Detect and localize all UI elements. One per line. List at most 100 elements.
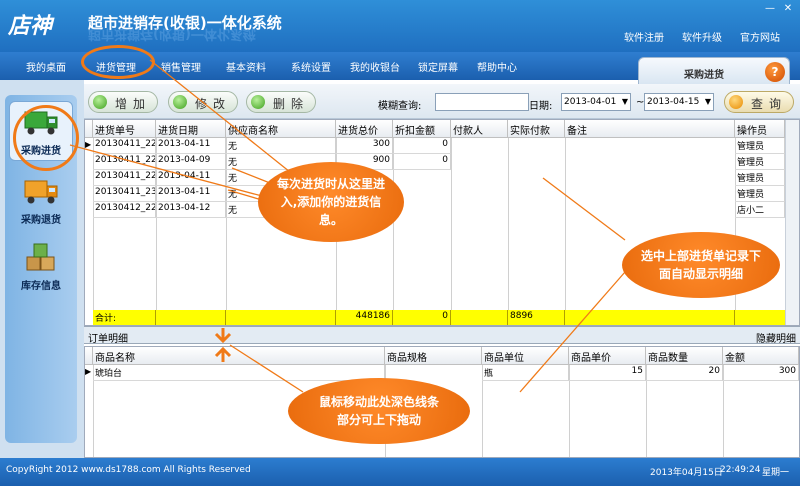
menu-basic-data[interactable]: 基本资料 bbox=[226, 59, 266, 74]
callout-detail: 选中上部进货单记录下面自动显示明细 bbox=[622, 232, 780, 298]
cell-operator: 管理员 bbox=[735, 170, 785, 186]
menu-settings[interactable]: 系统设置 bbox=[291, 59, 331, 74]
detail-splitter[interactable]: 订单明细 隐藏明细 bbox=[84, 326, 800, 345]
fuzzy-search-label: 模糊查询: bbox=[378, 101, 422, 112]
col-header[interactable]: 进货单号 bbox=[93, 120, 156, 138]
col-header[interactable]: 折扣金额 bbox=[393, 120, 451, 138]
current-row-arrow-icon: ▶ bbox=[85, 140, 92, 149]
menu-desktop[interactable]: 我的桌面 bbox=[26, 59, 66, 74]
close-button[interactable]: ✕ bbox=[780, 2, 796, 16]
detail-col-header[interactable]: 商品数量 bbox=[646, 347, 723, 365]
total-label: 合计: bbox=[93, 310, 156, 325]
cell-qty: 20 bbox=[646, 365, 723, 381]
cell-amount: 300 bbox=[723, 365, 799, 381]
cell-unit: 瓶 bbox=[482, 365, 569, 381]
cell-date: 2013-04-11 bbox=[156, 138, 226, 154]
status-date: 2013年04月15日 bbox=[650, 468, 723, 478]
website-link[interactable]: 官方网站 bbox=[740, 29, 780, 44]
menu-sales[interactable]: 销售管理 bbox=[161, 59, 201, 74]
toolbar: 增加 修改 删除 模糊查询: 日期: 2013-04-01 ▼ ~ 2013-04… bbox=[84, 84, 800, 119]
col-header[interactable]: 操作员 bbox=[735, 120, 785, 138]
cell-order-no: 20130411_221 bbox=[93, 138, 156, 154]
date-from-picker[interactable]: 2013-04-01 ▼ bbox=[561, 93, 631, 111]
minimize-button[interactable]: — bbox=[762, 2, 778, 16]
col-header[interactable]: 实际付款 bbox=[508, 120, 565, 138]
row-indicator-header bbox=[85, 347, 93, 365]
help-icon[interactable]: ? bbox=[765, 62, 785, 82]
detail-col-header[interactable]: 金额 bbox=[723, 347, 799, 365]
cell-product-name: 琥珀台 bbox=[93, 365, 385, 381]
delete-button[interactable]: 删除 bbox=[246, 91, 316, 113]
sidebar-item-return[interactable]: 采购退货 bbox=[9, 171, 73, 231]
sidebar-label-return: 采购退货 bbox=[21, 215, 61, 226]
status-time: 22:49:24 bbox=[720, 465, 761, 475]
sidebar-label-stock: 库存信息 bbox=[21, 281, 61, 292]
cell-order-no: 20130411_221 bbox=[93, 170, 156, 186]
edit-dot-icon bbox=[173, 95, 187, 109]
total-row: 合计: 448186 0 8896 bbox=[93, 310, 793, 325]
vertical-scrollbar[interactable] bbox=[785, 120, 799, 325]
menu-help[interactable]: 帮助中心 bbox=[477, 59, 517, 74]
total-discount: 0 bbox=[393, 310, 451, 325]
register-link[interactable]: 软件注册 bbox=[624, 29, 664, 44]
upgrade-link[interactable]: 软件升级 bbox=[682, 29, 722, 44]
boxes-icon bbox=[26, 243, 55, 271]
detail-col-header[interactable]: 商品名称 bbox=[93, 347, 385, 365]
callout-drag: 鼠标移动此处深色线条部分可上下拖动 bbox=[288, 378, 470, 444]
cell-operator: 管理员 bbox=[735, 154, 785, 170]
row-indicator-header bbox=[85, 120, 93, 138]
add-dot-icon bbox=[93, 95, 107, 109]
col-header[interactable]: 进货日期 bbox=[156, 120, 226, 138]
sidebar-item-stock[interactable]: 库存信息 bbox=[9, 237, 73, 297]
delete-dot-icon bbox=[251, 95, 265, 109]
add-button[interactable]: 增加 bbox=[88, 91, 158, 113]
col-header[interactable]: 供应商名称 bbox=[226, 120, 336, 138]
total-paid: 8896 bbox=[508, 310, 565, 325]
cell-order-no: 20130412_221 bbox=[93, 202, 156, 218]
detail-col-header[interactable]: 商品单位 bbox=[482, 347, 569, 365]
cell-date: 2013-04-11 bbox=[156, 186, 226, 202]
cell-operator: 管理员 bbox=[735, 138, 785, 154]
chevron-down-icon: ▼ bbox=[704, 97, 711, 106]
menu-lock-screen[interactable]: 锁定屏幕 bbox=[418, 59, 458, 74]
tab-label: 采购进货 bbox=[684, 70, 724, 81]
status-weekday: 星期一 bbox=[762, 468, 790, 478]
cell-order-no: 20130411_230 bbox=[93, 186, 156, 202]
detail-title: 订单明细 bbox=[88, 334, 128, 345]
cell-date: 2013-04-12 bbox=[156, 202, 226, 218]
total-price: 448186 bbox=[336, 310, 393, 325]
cell-operator: 店小二 bbox=[735, 202, 785, 218]
col-header[interactable]: 备注 bbox=[565, 120, 735, 138]
truck-orange-icon bbox=[24, 180, 58, 204]
hide-detail-link[interactable]: 隐藏明细 bbox=[756, 330, 796, 345]
app-logo: 店神 bbox=[8, 13, 53, 39]
cell-price: 15 bbox=[569, 365, 646, 381]
cell-order-no: 20130411_221 bbox=[93, 154, 156, 170]
copyright-text: CopyRight 2012 www.ds1788.com All Rights… bbox=[6, 465, 251, 475]
edit-button[interactable]: 修改 bbox=[168, 91, 238, 113]
cell-date: 2013-04-11 bbox=[156, 170, 226, 186]
col-header[interactable]: 付款人 bbox=[451, 120, 508, 138]
detail-col-header[interactable]: 商品单价 bbox=[569, 347, 646, 365]
cell-discount: 0 bbox=[393, 138, 451, 154]
date-to-picker[interactable]: 2013-04-15 ▼ bbox=[644, 93, 714, 111]
date-label: 日期: bbox=[529, 101, 553, 112]
status-bar: CopyRight 2012 www.ds1788.com All Rights… bbox=[0, 458, 800, 486]
cell-operator: 管理员 bbox=[735, 186, 785, 202]
cell-date: 2013-04-09 bbox=[156, 154, 226, 170]
highlight-circle-menu bbox=[81, 45, 155, 79]
query-dot-icon bbox=[729, 95, 743, 109]
chevron-down-icon: ▼ bbox=[621, 97, 628, 106]
current-row-arrow-icon: ▶ bbox=[85, 367, 92, 376]
detail-col-header[interactable]: 商品规格 bbox=[385, 347, 482, 365]
fuzzy-search-input[interactable] bbox=[435, 93, 529, 111]
menu-cashier[interactable]: 我的收银台 bbox=[350, 59, 400, 74]
highlight-circle-purchase bbox=[13, 105, 79, 171]
cell-discount: 0 bbox=[393, 154, 451, 170]
col-header[interactable]: 进货总价 bbox=[336, 120, 393, 138]
cell-total: 300 bbox=[336, 138, 393, 154]
tab-purchase[interactable]: 采购进货 ? bbox=[638, 57, 790, 84]
query-button[interactable]: 查询 bbox=[724, 91, 794, 113]
cell-supplier: 无 bbox=[226, 138, 336, 154]
callout-entry: 每次进货时从这里进入,添加你的进货信息。 bbox=[258, 162, 404, 242]
